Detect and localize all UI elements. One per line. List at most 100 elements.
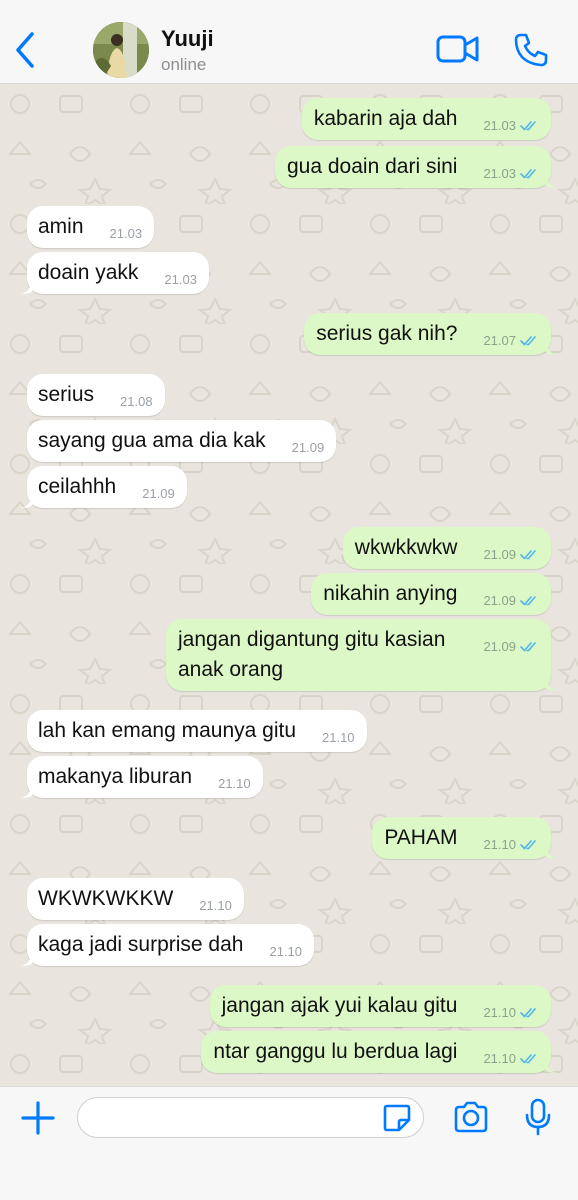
message-meta: 21.03 <box>483 118 539 134</box>
outgoing-message[interactable]: 21.09 wkwkkwkw <box>342 527 551 569</box>
bubble-tail <box>21 278 33 294</box>
message-time: 21.10 <box>483 1005 516 1020</box>
message-meta: 21.09 <box>292 440 325 456</box>
message-meta: 21.10 <box>218 776 251 792</box>
bubble-tail <box>545 339 557 355</box>
message-meta: 21.08 <box>120 394 153 410</box>
bubble-tail <box>21 950 33 966</box>
message-meta: 21.10 <box>322 730 355 746</box>
message-time: 21.10 <box>218 776 251 791</box>
bubble-tail <box>21 492 33 508</box>
message-text: WKWKWKKW <box>38 887 174 910</box>
message-text: ntar ganggu lu berdua lagi <box>213 1040 458 1063</box>
message-time: 21.09 <box>291 440 325 455</box>
incoming-message[interactable]: 21.09 sayang gua ama dia kak <box>27 420 337 462</box>
read-receipt-icon <box>520 1008 536 1018</box>
incoming-message[interactable]: 21.08 serius <box>27 374 165 416</box>
bubble-tail <box>21 782 33 798</box>
attach-button[interactable] <box>20 1100 56 1136</box>
message-text: sayang gua ama dia kak <box>38 429 266 452</box>
message-text: kabarin aja dah <box>313 107 458 130</box>
message-time: 21.10 <box>483 837 516 852</box>
incoming-message[interactable]: 21.10 lah kan emang maunya gitu <box>27 710 367 752</box>
message-text: jangan digantung gitu kasian anak orang <box>178 628 446 681</box>
read-receipt-icon <box>520 336 536 346</box>
read-receipt-icon <box>520 840 536 850</box>
message-meta: 21.10 <box>483 1051 539 1067</box>
message-time: 21.09 <box>483 593 516 608</box>
message-text: lah kan emang maunya gitu <box>38 719 296 742</box>
read-receipt-icon <box>520 121 536 131</box>
contact-name[interactable]: Yuuji <box>161 26 214 52</box>
message-meta: 21.10 <box>483 837 539 853</box>
outgoing-message[interactable]: 21.09 nikahin anying <box>311 573 551 615</box>
phone-icon <box>514 33 548 67</box>
outgoing-message[interactable]: 21.10 jangan ajak yui kalau gitu <box>209 985 551 1027</box>
message-time: 21.10 <box>269 944 303 959</box>
message-list[interactable]: 21.03 kabarin aja dah 21.03 gua doain dari … <box>0 84 578 1086</box>
bubble-tail <box>545 1057 557 1073</box>
read-receipt-icon <box>520 1054 536 1064</box>
incoming-message[interactable]: 21.03 amin <box>27 206 155 248</box>
message-meta: 21.10 <box>199 898 232 914</box>
incoming-message[interactable]: 21.10 kaga jadi surprise dah <box>21 924 315 966</box>
message-meta: 21.07 <box>483 333 539 349</box>
sticker-icon <box>383 1104 411 1132</box>
message-text: wkwkkwkw <box>354 536 458 559</box>
message-text: amin <box>38 215 84 238</box>
microphone-button[interactable] <box>524 1098 552 1136</box>
avatar[interactable] <box>93 22 149 78</box>
outgoing-message[interactable]: 21.10 ntar ganggu lu berdua lagi <box>201 1031 557 1073</box>
bubble-tail <box>545 843 557 859</box>
message-text: serius <box>38 383 95 406</box>
message-text: PAHAM <box>384 826 458 849</box>
message-time: 21.09 <box>483 639 516 654</box>
voice-call-button[interactable] <box>513 32 549 68</box>
message-text: kaga jadi surprise dah <box>38 933 244 956</box>
bubble-tail <box>545 172 557 188</box>
microphone-icon <box>525 1098 551 1136</box>
message-text: gua doain dari sini <box>287 155 458 178</box>
incoming-message[interactable]: 21.10 makanya liburan <box>21 756 263 798</box>
read-receipt-icon <box>520 169 536 179</box>
message-text: serius gak nih? <box>316 322 458 345</box>
plus-icon <box>21 1101 55 1135</box>
incoming-message[interactable]: 21.03 doain yakk <box>21 252 209 294</box>
message-time: 21.07 <box>483 333 516 348</box>
outgoing-message[interactable]: 21.09 jangan digantung gitu kasian anak o… <box>166 619 557 691</box>
outgoing-message[interactable]: 21.10 PAHAM <box>372 817 557 859</box>
sticker-button[interactable] <box>383 1104 411 1132</box>
camera-icon <box>454 1101 488 1133</box>
contact-status: online <box>161 55 207 74</box>
message-meta: 21.03 <box>110 226 143 242</box>
read-receipt-icon <box>520 642 536 652</box>
message-time: 21.10 <box>322 730 355 745</box>
incoming-message[interactable]: 21.10 WKWKWKKW <box>27 878 244 920</box>
message-text: doain yakk <box>38 261 139 284</box>
message-text: ceilahhh <box>38 475 117 498</box>
video-call-button[interactable] <box>436 34 480 64</box>
chat-header: Yuuji online <box>0 0 578 84</box>
message-time: 21.03 <box>109 226 143 241</box>
outgoing-message[interactable]: 21.03 gua doain dari sini <box>275 146 557 188</box>
back-button[interactable] <box>10 30 40 70</box>
message-time: 21.03 <box>483 118 516 133</box>
camera-button[interactable] <box>453 1101 489 1133</box>
message-meta: 21.09 <box>483 593 539 609</box>
message-time: 21.03 <box>483 166 516 181</box>
message-meta: 21.09 <box>142 486 175 502</box>
message-time: 21.10 <box>199 898 232 913</box>
video-camera-icon <box>436 35 479 63</box>
incoming-message[interactable]: 21.09 ceilahhh <box>21 466 187 508</box>
outgoing-message[interactable]: 21.03 kabarin aja dah <box>301 98 551 140</box>
read-receipt-icon <box>520 596 536 606</box>
message-time: 21.10 <box>483 1051 516 1066</box>
message-text: nikahin anying <box>323 582 458 605</box>
bubble-tail <box>545 675 557 691</box>
message-input[interactable] <box>77 1097 424 1138</box>
chevron-left-icon <box>16 32 34 68</box>
message-meta: 21.09 <box>483 547 539 563</box>
message-meta: 21.03 <box>483 166 539 182</box>
outgoing-message[interactable]: 21.07 serius gak nih? <box>304 313 557 355</box>
message-text: jangan ajak yui kalau gitu <box>221 994 458 1017</box>
